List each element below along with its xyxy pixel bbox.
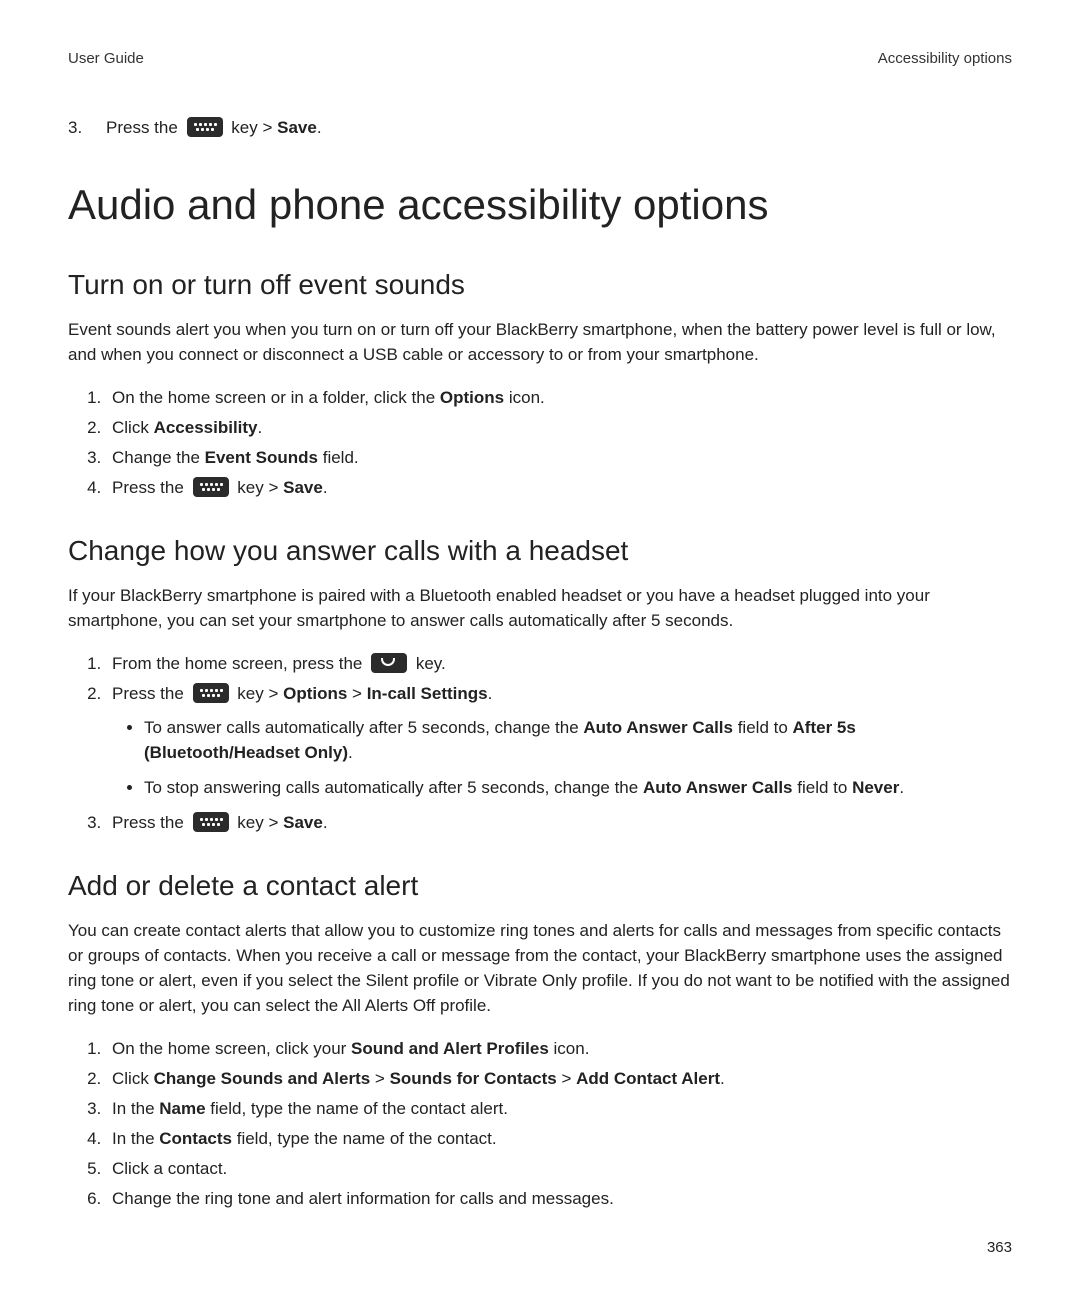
blackberry-key-icon	[193, 812, 229, 832]
list-item: Press the key > Options > In-call Settin…	[106, 681, 1012, 800]
list-item: In the Contacts field, type the name of …	[106, 1126, 1012, 1152]
text: key >	[233, 684, 284, 703]
text: Click	[112, 1069, 154, 1088]
call-key-icon	[371, 653, 407, 673]
event-sounds-label: Event Sounds	[205, 448, 318, 467]
header-right: Accessibility options	[878, 50, 1012, 67]
text: In the	[112, 1129, 159, 1148]
text: On the home screen, click your	[112, 1039, 351, 1058]
text: Change the	[112, 448, 205, 467]
page-title: Audio and phone accessibility options	[68, 181, 1012, 229]
text: field, type the name of the contact aler…	[206, 1099, 508, 1118]
text: field.	[318, 448, 359, 467]
save-label: Save	[283, 813, 323, 832]
blackberry-key-icon	[193, 477, 229, 497]
text: key >	[231, 118, 277, 137]
text: >	[557, 1069, 576, 1088]
list-item: Change the ring tone and alert informati…	[106, 1186, 1012, 1212]
text: In the	[112, 1099, 159, 1118]
save-label: Save	[283, 478, 323, 497]
text: >	[347, 684, 366, 703]
text: field, type the name of the contact.	[232, 1129, 497, 1148]
text: Click	[112, 418, 154, 437]
text: Press the	[106, 118, 183, 137]
auto-answer-label: Auto Answer Calls	[643, 778, 793, 797]
continued-step: 3. Press the key > Save.	[68, 115, 1012, 141]
list-item: To answer calls automatically after 5 se…	[144, 715, 1012, 765]
text: key >	[233, 478, 284, 497]
page-number: 363	[987, 1239, 1012, 1256]
text: .	[488, 684, 493, 703]
text: To answer calls automatically after 5 se…	[144, 718, 583, 737]
blackberry-key-icon	[187, 117, 223, 137]
auto-answer-label: Auto Answer Calls	[583, 718, 733, 737]
text: key.	[411, 654, 446, 673]
text: .	[258, 418, 263, 437]
steps-list: From the home screen, press the key. Pre…	[68, 651, 1012, 836]
name-field-label: Name	[159, 1099, 205, 1118]
text: .	[348, 743, 353, 762]
page-container: User Guide Accessibility options 3. Pres…	[0, 0, 1080, 1296]
change-sounds-label: Change Sounds and Alerts	[154, 1069, 371, 1088]
blackberry-key-icon	[193, 683, 229, 703]
text: field to	[733, 718, 793, 737]
sounds-contacts-label: Sounds for Contacts	[390, 1069, 557, 1088]
text: .	[899, 778, 904, 797]
list-item: Click Change Sounds and Alerts > Sounds …	[106, 1066, 1012, 1092]
options-label: Options	[283, 684, 347, 703]
text: .	[323, 813, 328, 832]
text: Press the	[112, 813, 189, 832]
options-label: Options	[440, 388, 504, 407]
list-item: Press the key > Save.	[106, 810, 1012, 836]
add-contact-alert-label: Add Contact Alert	[576, 1069, 720, 1088]
step-text: Press the key > Save.	[106, 115, 322, 141]
incall-settings-label: In-call Settings	[367, 684, 488, 703]
list-item: On the home screen or in a folder, click…	[106, 385, 1012, 411]
text: field to	[793, 778, 853, 797]
text: From the home screen, press the	[112, 654, 367, 673]
list-item: Click a contact.	[106, 1156, 1012, 1182]
header-left: User Guide	[68, 50, 144, 67]
list-item: On the home screen, click your Sound and…	[106, 1036, 1012, 1062]
section-heading-headset: Change how you answer calls with a heads…	[68, 535, 1012, 567]
list-item: Press the key > Save.	[106, 475, 1012, 501]
section-paragraph: If your BlackBerry smartphone is paired …	[68, 583, 1012, 633]
section-heading-event-sounds: Turn on or turn off event sounds	[68, 269, 1012, 301]
steps-list: On the home screen, click your Sound and…	[68, 1036, 1012, 1212]
steps-list: On the home screen or in a folder, click…	[68, 385, 1012, 501]
sound-profiles-label: Sound and Alert Profiles	[351, 1039, 549, 1058]
text: icon.	[549, 1039, 590, 1058]
list-item: Change the Event Sounds field.	[106, 445, 1012, 471]
section-paragraph: Event sounds alert you when you turn on …	[68, 317, 1012, 367]
text: .	[323, 478, 328, 497]
page-header: User Guide Accessibility options	[68, 50, 1012, 67]
text: .	[720, 1069, 725, 1088]
list-item: Click Accessibility.	[106, 415, 1012, 441]
text: On the home screen or in a folder, click…	[112, 388, 440, 407]
text: Press the	[112, 684, 189, 703]
text: Press the	[112, 478, 189, 497]
step-number: 3.	[68, 115, 106, 141]
list-item: From the home screen, press the key.	[106, 651, 1012, 677]
text: To stop answering calls automatically af…	[144, 778, 643, 797]
contacts-field-label: Contacts	[159, 1129, 232, 1148]
save-label: Save	[277, 118, 317, 137]
text: key >	[233, 813, 284, 832]
accessibility-label: Accessibility	[154, 418, 258, 437]
never-label: Never	[852, 778, 899, 797]
section-heading-contact-alert: Add or delete a contact alert	[68, 870, 1012, 902]
sub-list: To answer calls automatically after 5 se…	[112, 715, 1012, 800]
text: >	[370, 1069, 389, 1088]
list-item: To stop answering calls automatically af…	[144, 775, 1012, 800]
list-item: In the Name field, type the name of the …	[106, 1096, 1012, 1122]
text: icon.	[504, 388, 545, 407]
section-paragraph: You can create contact alerts that allow…	[68, 918, 1012, 1018]
text: .	[317, 118, 322, 137]
